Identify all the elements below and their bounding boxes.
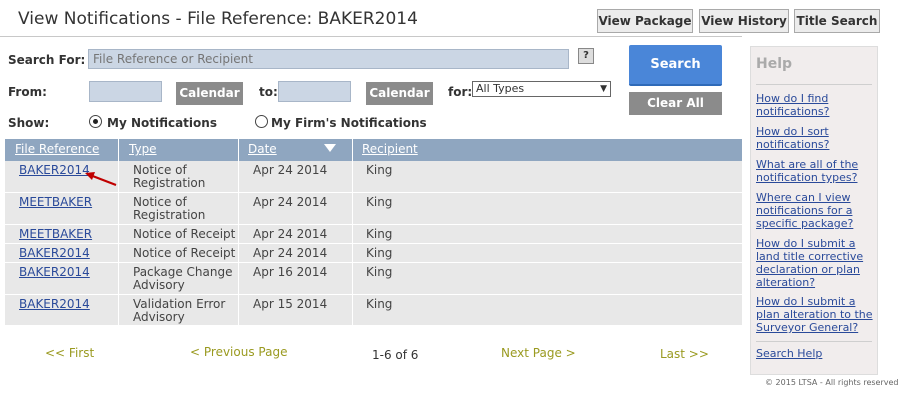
notification-date: Apr 24 2014: [253, 163, 328, 177]
notification-recipient: King: [366, 265, 393, 279]
title-divider: [0, 36, 742, 37]
column-header-recipient[interactable]: Recipient: [362, 142, 418, 156]
pager-next-link[interactable]: Next Page >: [501, 346, 576, 360]
to-date-input[interactable]: [278, 81, 351, 102]
chevron-down-icon: ▼: [600, 84, 607, 94]
clear-all-button[interactable]: Clear All: [629, 92, 722, 115]
help-link-view-by-package[interactable]: Where can I view notifications for a spe…: [756, 191, 876, 230]
tab-title-search[interactable]: Title Search: [794, 9, 880, 33]
pager-last-link[interactable]: Last >>: [660, 347, 709, 361]
notification-recipient: King: [366, 246, 393, 260]
help-title: Help: [756, 56, 793, 72]
radio-firm-notifications[interactable]: [255, 115, 268, 128]
notification-date: Apr 24 2014: [253, 195, 328, 209]
radio-firm-notifications-label: My Firm's Notifications: [271, 116, 427, 130]
notification-recipient: King: [366, 195, 393, 209]
search-help-link[interactable]: Search Help: [756, 347, 876, 360]
red-arrow-icon: [85, 172, 117, 187]
notification-type: Notice of Receipt: [133, 246, 236, 260]
help-divider: [756, 341, 872, 342]
radio-my-notifications-label: My Notifications: [107, 116, 217, 130]
from-date-input[interactable]: [89, 81, 162, 102]
type-select-value: All Types: [476, 82, 525, 95]
table-row: BAKER2014 Validation Error Advisory Apr …: [5, 295, 742, 325]
notification-type-select[interactable]: All Types ▼: [472, 81, 611, 97]
for-label: for:: [448, 85, 473, 99]
to-calendar-button[interactable]: Calendar: [366, 82, 433, 105]
pager-first-link[interactable]: << First: [45, 346, 94, 360]
help-link-corrective-declaration[interactable]: How do I submit a land title corrective …: [756, 237, 876, 289]
file-reference-link[interactable]: BAKER2014: [19, 164, 90, 177]
sort-descending-icon[interactable]: [324, 144, 336, 152]
table-row: BAKER2014 Package Change Advisory Apr 16…: [5, 263, 742, 295]
tab-view-package[interactable]: View Package: [597, 9, 693, 33]
table-row: BAKER2014 Notice of Receipt Apr 24 2014 …: [5, 244, 742, 263]
file-reference-link[interactable]: MEETBAKER: [19, 228, 92, 241]
file-reference-link[interactable]: MEETBAKER: [19, 196, 92, 209]
file-reference-link[interactable]: BAKER2014: [19, 298, 90, 311]
notification-recipient: King: [366, 227, 393, 241]
notification-date: Apr 15 2014: [253, 297, 328, 311]
copyright-text: © 2015 LTSA - All rights reserved: [765, 378, 899, 387]
notification-recipient: King: [366, 163, 393, 177]
column-header-type[interactable]: Type: [129, 142, 157, 156]
search-for-label: Search For:: [8, 53, 86, 67]
notification-type: Package Change Advisory: [133, 265, 233, 292]
page-title: View Notifications - File Reference: BAK…: [18, 9, 418, 29]
table-header: File Reference Type Date Recipient: [5, 139, 742, 161]
notification-type: Notice of Registration: [133, 163, 206, 190]
radio-my-notifications[interactable]: [89, 115, 102, 128]
file-reference-link[interactable]: BAKER2014: [19, 247, 90, 260]
file-reference-link[interactable]: BAKER2014: [19, 266, 90, 279]
from-calendar-button[interactable]: Calendar: [176, 82, 243, 105]
search-input[interactable]: [88, 49, 569, 69]
notification-date: Apr 16 2014: [253, 265, 328, 279]
show-label: Show:: [8, 116, 50, 130]
notification-type: Notice of Registration: [133, 195, 206, 222]
pager-previous-link[interactable]: < Previous Page: [190, 345, 287, 359]
table-row: MEETBAKER Notice of Registration Apr 24 …: [5, 193, 742, 225]
from-label: From:: [8, 85, 47, 99]
help-panel: Help How do I find notifications? How do…: [750, 46, 878, 375]
help-link-notification-types[interactable]: What are all of the notification types?: [756, 158, 876, 184]
tab-view-history[interactable]: View History: [699, 9, 789, 33]
notification-date: Apr 24 2014: [253, 227, 328, 241]
table-row: MEETBAKER Notice of Receipt Apr 24 2014 …: [5, 225, 742, 244]
notification-type: Validation Error Advisory: [133, 297, 226, 324]
notification-type: Notice of Receipt: [133, 227, 236, 241]
results-table: File Reference Type Date Recipient BAKER…: [5, 139, 742, 325]
column-header-file-reference[interactable]: File Reference: [15, 142, 99, 156]
help-link-sort-notifications[interactable]: How do I sort notifications?: [756, 125, 876, 151]
help-link-find-notifications[interactable]: How do I find notifications?: [756, 92, 876, 118]
search-button[interactable]: Search: [629, 45, 722, 86]
notification-recipient: King: [366, 297, 393, 311]
notification-date: Apr 24 2014: [253, 246, 328, 260]
help-question-icon[interactable]: ?: [578, 48, 594, 64]
to-label: to:: [259, 85, 278, 99]
column-header-date[interactable]: Date: [248, 142, 277, 156]
help-link-surveyor-general[interactable]: How do I submit a plan alteration to the…: [756, 295, 876, 334]
help-divider: [756, 84, 872, 85]
pager-count: 1-6 of 6: [372, 348, 419, 362]
